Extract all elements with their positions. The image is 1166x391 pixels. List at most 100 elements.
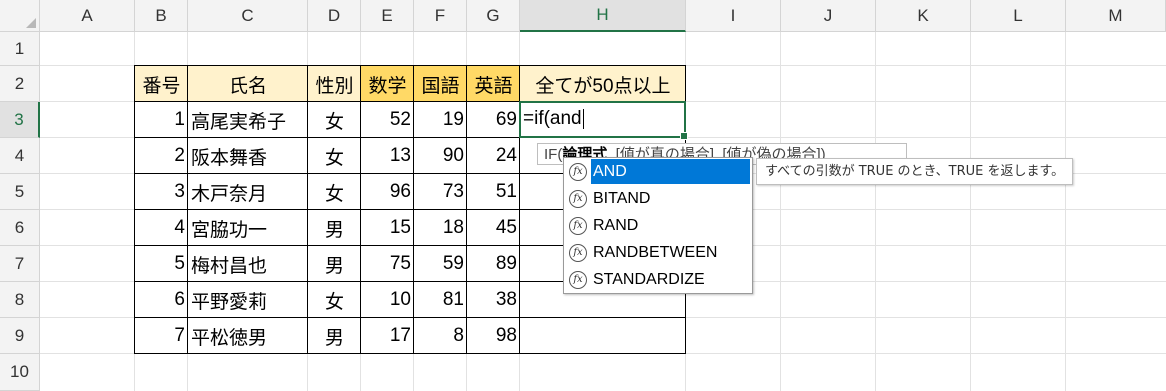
- table-header-cell[interactable]: 氏名: [188, 66, 308, 102]
- cell-sex[interactable]: 女: [308, 138, 361, 174]
- cell-english[interactable]: 89: [467, 246, 520, 282]
- column-header-l[interactable]: L: [971, 0, 1066, 32]
- fill-handle[interactable]: [680, 132, 688, 140]
- row-header-1[interactable]: 1: [0, 32, 40, 66]
- cell-japanese[interactable]: 73: [414, 174, 467, 210]
- table-header-cell[interactable]: 全てが50点以上: [520, 66, 686, 102]
- row-header-5[interactable]: 5: [0, 174, 40, 210]
- cell-japanese[interactable]: 19: [414, 102, 467, 138]
- cell-number[interactable]: 7: [135, 318, 188, 354]
- cell-japanese[interactable]: 8: [414, 318, 467, 354]
- autocomplete-item-label: AND: [591, 159, 750, 184]
- cell-name[interactable]: 阪本舞香: [188, 138, 308, 174]
- column-header-d[interactable]: D: [308, 0, 361, 32]
- cell-math[interactable]: 15: [361, 210, 414, 246]
- cell-sex[interactable]: 男: [308, 318, 361, 354]
- function-fx-icon: fx: [569, 270, 587, 289]
- cell-name[interactable]: 木戸奈月: [188, 174, 308, 210]
- cell-name[interactable]: 宮脇功一: [188, 210, 308, 246]
- cell-english[interactable]: 69: [467, 102, 520, 138]
- table-header-cell[interactable]: 英語: [467, 66, 520, 102]
- cell-english[interactable]: 24: [467, 138, 520, 174]
- column-header-b[interactable]: B: [135, 0, 188, 32]
- select-all-corner[interactable]: [0, 0, 40, 32]
- autocomplete-item-label: RAND: [593, 216, 639, 234]
- autocomplete-item-label: RANDBETWEEN: [593, 243, 718, 261]
- row-header-10[interactable]: 10: [0, 354, 40, 391]
- function-fx-icon: fx: [569, 162, 587, 181]
- row-header-2[interactable]: 2: [0, 66, 40, 102]
- cell-math[interactable]: 17: [361, 318, 414, 354]
- column-header-h[interactable]: H: [520, 0, 686, 32]
- table-border-horizontal: [134, 65, 686, 66]
- cell-number[interactable]: 3: [135, 174, 188, 210]
- row-header-7[interactable]: 7: [0, 246, 40, 282]
- function-fx-icon: fx: [569, 189, 587, 208]
- column-header-j[interactable]: J: [781, 0, 876, 32]
- cell-math[interactable]: 52: [361, 102, 414, 138]
- row-header-3[interactable]: 3: [0, 102, 40, 138]
- table-border-horizontal: [134, 317, 686, 318]
- table-border-horizontal: [134, 353, 686, 354]
- row-header-8[interactable]: 8: [0, 282, 40, 318]
- cell-japanese[interactable]: 81: [414, 282, 467, 318]
- cell-math[interactable]: 10: [361, 282, 414, 318]
- function-fx-icon: fx: [569, 216, 587, 235]
- cell-english[interactable]: 98: [467, 318, 520, 354]
- cell-math[interactable]: 96: [361, 174, 414, 210]
- autocomplete-item-rand[interactable]: fx RAND: [564, 212, 752, 239]
- cell-japanese[interactable]: 18: [414, 210, 467, 246]
- gridline-vertical: [875, 32, 876, 391]
- cell-number[interactable]: 1: [135, 102, 188, 138]
- column-header-e[interactable]: E: [361, 0, 414, 32]
- autocomplete-item-randbetween[interactable]: fx RANDBETWEEN: [564, 239, 752, 266]
- cell-japanese[interactable]: 59: [414, 246, 467, 282]
- cell-sex[interactable]: 女: [308, 282, 361, 318]
- cell-name[interactable]: 平松徳男: [188, 318, 308, 354]
- autocomplete-item-standardize[interactable]: fx STANDARDIZE: [564, 266, 752, 293]
- table-header-cell[interactable]: 番号: [135, 66, 188, 102]
- cell-math[interactable]: 75: [361, 246, 414, 282]
- cell-english[interactable]: 51: [467, 174, 520, 210]
- row-header-9[interactable]: 9: [0, 318, 40, 354]
- autocomplete-description-text: すべての引数が TRUE のとき、TRUE を返します。: [765, 164, 1065, 179]
- cell-number[interactable]: 4: [135, 210, 188, 246]
- autocomplete-item-bitand[interactable]: fx BITAND: [564, 185, 752, 212]
- select-all-triangle-icon: [26, 18, 36, 28]
- column-header-f[interactable]: F: [414, 0, 467, 32]
- cell-sex[interactable]: 男: [308, 210, 361, 246]
- gridline-vertical: [970, 32, 971, 391]
- table-header-cell[interactable]: 数学: [361, 66, 414, 102]
- cell-name[interactable]: 梅村昌也: [188, 246, 308, 282]
- cell-japanese[interactable]: 90: [414, 138, 467, 174]
- text-caret: [582, 108, 584, 129]
- column-header-i[interactable]: I: [686, 0, 781, 32]
- function-autocomplete-list[interactable]: fx AND fx BITAND fx RAND fx RANDBETWEEN fx STANDA…: [563, 157, 753, 294]
- cell-english[interactable]: 45: [467, 210, 520, 246]
- cell-english[interactable]: 38: [467, 282, 520, 318]
- cell-sex[interactable]: 女: [308, 102, 361, 138]
- column-header-k[interactable]: K: [876, 0, 971, 32]
- column-header-c[interactable]: C: [188, 0, 308, 32]
- cell-name[interactable]: 高尾実希子: [188, 102, 308, 138]
- row-header-4[interactable]: 4: [0, 138, 40, 174]
- cell-formula-input[interactable]: =if(and: [523, 108, 584, 130]
- cell-sex[interactable]: 女: [308, 174, 361, 210]
- formula-text: =if(and: [523, 108, 582, 129]
- table-header-cell[interactable]: 性別: [308, 66, 361, 102]
- cell-sex[interactable]: 男: [308, 246, 361, 282]
- tooltip-function-name[interactable]: IF(: [544, 146, 562, 163]
- autocomplete-item-and[interactable]: fx AND: [564, 158, 752, 185]
- spreadsheet-grid[interactable]: ABCDEFGHIJKLM 1 2 3 4 5 6 7 8 9 10 番号 氏名 性別 数学 国語 英語 全て…: [0, 0, 1166, 391]
- cell-number[interactable]: 2: [135, 138, 188, 174]
- column-header-g[interactable]: G: [467, 0, 520, 32]
- cell-number[interactable]: 5: [135, 246, 188, 282]
- table-header-cell[interactable]: 国語: [414, 66, 467, 102]
- cell-math[interactable]: 13: [361, 138, 414, 174]
- cell-name[interactable]: 平野愛莉: [188, 282, 308, 318]
- column-header-m[interactable]: M: [1066, 0, 1166, 32]
- autocomplete-description-tooltip: すべての引数が TRUE のとき、TRUE を返します。: [756, 158, 1074, 185]
- row-header-6[interactable]: 6: [0, 210, 40, 246]
- cell-number[interactable]: 6: [135, 282, 188, 318]
- column-header-a[interactable]: A: [40, 0, 135, 32]
